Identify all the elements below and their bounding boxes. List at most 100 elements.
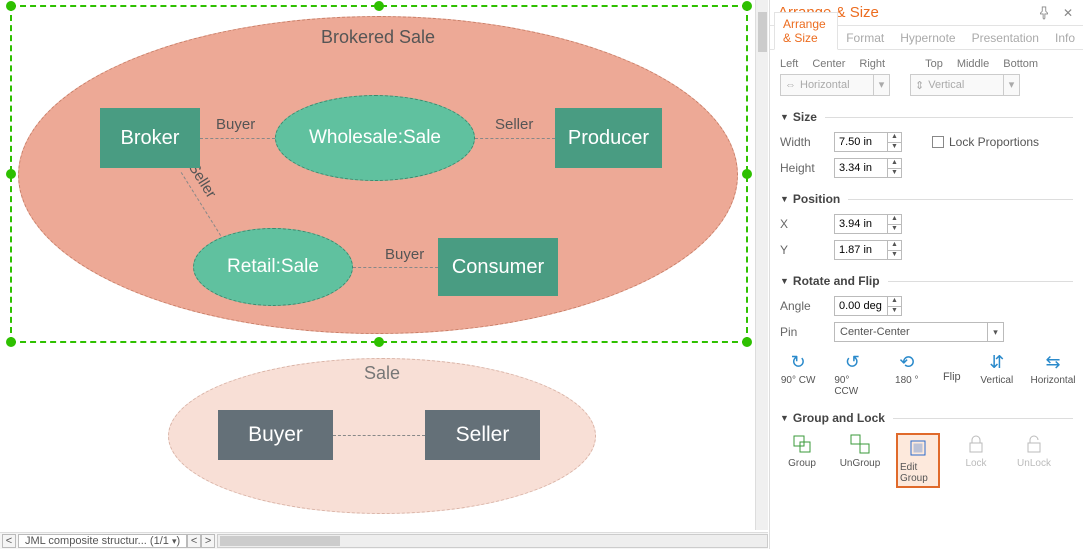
spin-down-icon[interactable]: ▼ <box>888 307 901 316</box>
height-input[interactable] <box>835 159 887 177</box>
flip-horizontal-button[interactable]: ⇆Horizontal <box>1033 352 1073 386</box>
flip-horizontal-icon: ⇆ <box>1045 352 1060 372</box>
spin-down-icon[interactable]: ▼ <box>888 225 901 234</box>
connector-retail-consumer[interactable] <box>353 267 438 268</box>
canvas[interactable]: Brokered Sale Buyer Seller Seller Buyer … <box>0 0 768 549</box>
edit-group-button[interactable]: Edit Group <box>896 433 940 488</box>
lock-icon <box>965 433 987 455</box>
spin-down-icon[interactable]: ▼ <box>888 169 901 178</box>
tab-hypernote[interactable]: Hypernote <box>892 27 963 49</box>
group-button[interactable]: Group <box>780 433 824 488</box>
edge-label-seller-1: Seller <box>495 116 533 133</box>
resize-handle-se[interactable] <box>742 337 752 347</box>
spin-down-icon[interactable]: ▼ <box>888 251 901 260</box>
height-label: Height <box>780 161 824 175</box>
distribute-horizontal-icon: ⇔ <box>785 79 796 91</box>
collapse-icon[interactable]: ▼ <box>780 413 789 423</box>
x-input[interactable] <box>835 215 887 233</box>
angle-label: Angle <box>780 299 824 313</box>
chevron-down-icon[interactable]: ▾ <box>987 323 1003 341</box>
tab-presentation[interactable]: Presentation <box>964 27 1047 49</box>
collapse-icon[interactable]: ▼ <box>780 276 789 286</box>
rotate-180-icon: ⟲ <box>899 352 914 372</box>
distribute-vertical-select[interactable]: ⇕Vertical ▾ <box>910 74 1020 96</box>
width-input[interactable] <box>835 133 887 151</box>
flip-vertical-button[interactable]: ⇵Vertical <box>979 352 1015 386</box>
spin-up-icon[interactable]: ▲ <box>888 241 901 251</box>
scroll-left-button[interactable]: < <box>187 534 201 548</box>
collapse-icon[interactable]: ▼ <box>780 194 789 204</box>
align-right-label: Right <box>859 58 885 70</box>
resize-handle-n[interactable] <box>374 1 384 11</box>
lock-button[interactable]: Lock <box>954 433 998 488</box>
tab-info[interactable]: Info <box>1047 27 1083 49</box>
rotate-180-button[interactable]: ⟲180 ° <box>889 352 925 386</box>
sale-title: Sale <box>169 363 595 384</box>
angle-input[interactable] <box>835 297 887 315</box>
pin-value: Center-Center <box>835 323 987 341</box>
close-icon[interactable]: ✕ <box>1061 6 1075 20</box>
position-header: Position <box>793 192 840 206</box>
align-left-label: Left <box>780 58 798 70</box>
group-icon <box>791 433 813 455</box>
resize-handle-nw[interactable] <box>6 1 16 11</box>
collapse-icon[interactable]: ▼ <box>780 112 789 122</box>
connector-wholesale-producer[interactable] <box>475 138 555 139</box>
ungroup-button[interactable]: UnGroup <box>838 433 882 488</box>
horizontal-scroll-thumb[interactable] <box>220 536 340 546</box>
wholesale-node[interactable]: Wholesale:Sale <box>275 95 475 181</box>
lock-proportions-label: Lock Proportions <box>949 135 1039 149</box>
y-input[interactable] <box>835 241 887 259</box>
rotate-cw-icon: ↻ <box>791 352 806 372</box>
align-top-label: Top <box>925 58 943 70</box>
spin-up-icon[interactable]: ▲ <box>888 297 901 307</box>
pin-icon[interactable] <box>1037 6 1051 20</box>
tab-format[interactable]: Format <box>838 27 892 49</box>
spin-up-icon[interactable]: ▲ <box>888 215 901 225</box>
resize-handle-w[interactable] <box>6 169 16 179</box>
y-spinner[interactable]: ▲▼ <box>834 240 902 260</box>
page-tab[interactable]: JML composite structur... (1/1 ▾) <box>18 534 187 548</box>
flip-label: Flip <box>943 371 961 383</box>
resize-handle-sw[interactable] <box>6 337 16 347</box>
horizontal-scrollbar[interactable] <box>217 534 768 548</box>
tab-arrange-size[interactable]: Arrange & Size <box>774 12 838 50</box>
spin-down-icon[interactable]: ▼ <box>888 143 901 152</box>
y-label: Y <box>780 243 824 257</box>
unlock-button[interactable]: UnLock <box>1012 433 1056 488</box>
chevron-down-icon[interactable]: ▾ <box>1003 75 1019 95</box>
seller-node[interactable]: Seller <box>425 410 540 460</box>
scroll-right-button[interactable]: > <box>201 534 215 548</box>
producer-node[interactable]: Producer <box>555 108 662 168</box>
size-header: Size <box>793 110 817 124</box>
resize-handle-e[interactable] <box>742 169 752 179</box>
distribute-horizontal-select[interactable]: ⇔Horizontal ▾ <box>780 74 890 96</box>
rotate-ccw-icon: ↺ <box>845 352 860 372</box>
buyer-node[interactable]: Buyer <box>218 410 333 460</box>
vertical-scroll-thumb[interactable] <box>758 12 767 52</box>
vertical-scrollbar[interactable] <box>755 0 768 530</box>
spin-up-icon[interactable]: ▲ <box>888 133 901 143</box>
rotate-90ccw-button[interactable]: ↺90° CCW <box>834 352 870 397</box>
consumer-node[interactable]: Consumer <box>438 238 558 296</box>
unlock-icon <box>1023 433 1045 455</box>
connector-broker-wholesale[interactable] <box>200 138 275 139</box>
height-spinner[interactable]: ▲▼ <box>834 158 902 178</box>
connector-buyer-seller[interactable] <box>333 435 425 436</box>
retail-node[interactable]: Retail:Sale <box>193 228 353 306</box>
rotate-90cw-button[interactable]: ↻90° CW <box>780 352 816 386</box>
spin-up-icon[interactable]: ▲ <box>888 159 901 169</box>
width-spinner[interactable]: ▲▼ <box>834 132 902 152</box>
pin-label: Pin <box>780 325 824 339</box>
prev-page-button[interactable]: < <box>2 534 16 548</box>
panel-tabs: Arrange & Size Format Hypernote Presenta… <box>770 26 1083 50</box>
lock-proportions-checkbox[interactable] <box>932 136 944 148</box>
resize-handle-s[interactable] <box>374 337 384 347</box>
x-spinner[interactable]: ▲▼ <box>834 214 902 234</box>
broker-node[interactable]: Broker <box>100 108 200 168</box>
pin-combo[interactable]: Center-Center▾ <box>834 322 1004 342</box>
status-bar: < JML composite structur... (1/1 ▾) < > <box>0 532 768 549</box>
angle-spinner[interactable]: ▲▼ <box>834 296 902 316</box>
chevron-down-icon[interactable]: ▾ <box>873 75 889 95</box>
resize-handle-ne[interactable] <box>742 1 752 11</box>
